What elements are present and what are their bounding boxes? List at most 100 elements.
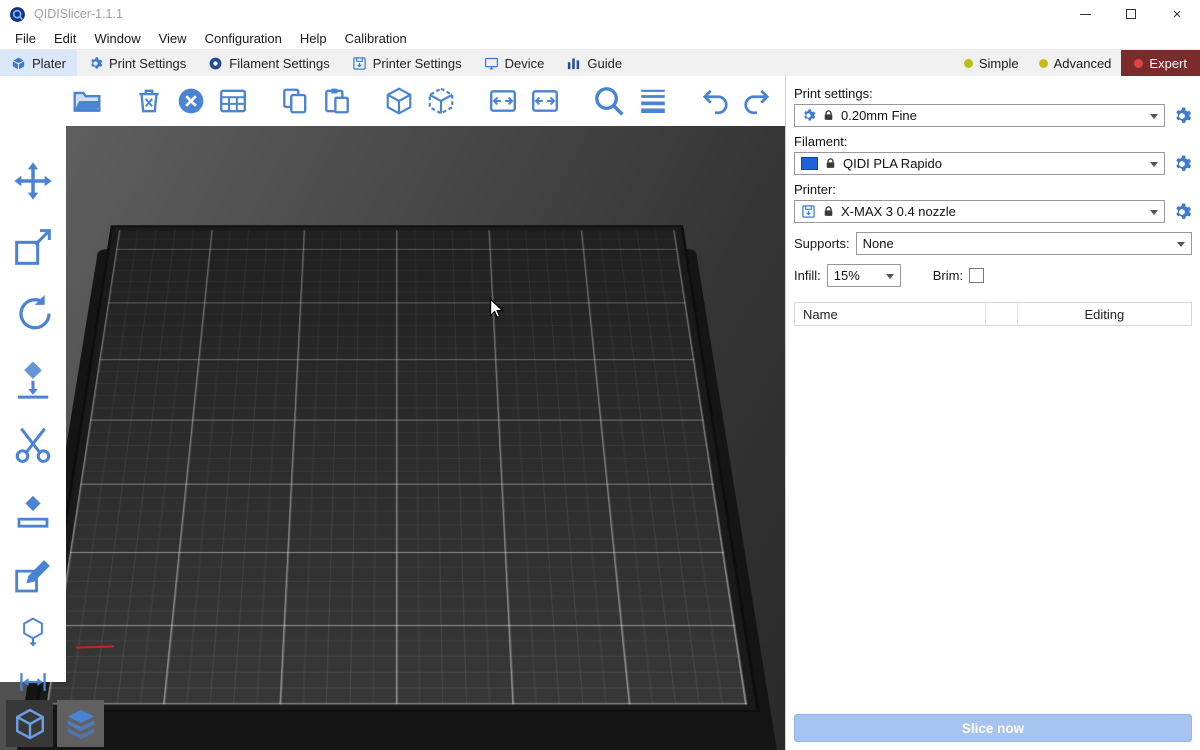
search-button[interactable] [592,84,626,118]
paste-button[interactable] [322,86,352,116]
chevron-down-icon [1150,162,1158,171]
scale-icon [12,226,54,268]
chevron-down-icon [1150,210,1158,219]
chevron-down-icon [886,274,894,283]
object-list[interactable] [794,326,1192,714]
redo-arrow-icon [742,86,772,116]
menu-window[interactable]: Window [85,31,149,46]
tabbar: Plater Print Settings Filament Settings … [0,49,1200,76]
menubar: File Edit Window View Configuration Help… [0,28,1200,49]
split-objects-button[interactable] [488,86,518,116]
viewport-3d[interactable] [0,76,785,750]
tab-filament-settings-label: Filament Settings [229,56,329,71]
simple-dot-icon [964,59,973,68]
infill-label: Infill: [794,268,821,283]
x-circle-icon [176,86,206,116]
arrange-button[interactable] [218,86,248,116]
menu-configuration[interactable]: Configuration [196,31,291,46]
variable-layer-height-button[interactable] [638,86,668,116]
split-objects-icon [488,86,518,116]
tab-device[interactable]: Device [473,50,556,76]
text-pencil-icon [12,556,54,598]
cut-tool-button[interactable] [12,424,54,466]
sequence-tool-button[interactable] [17,666,49,698]
tab-printer-settings-label: Printer Settings [373,56,462,71]
split-parts-button[interactable] [530,86,560,116]
layers-icon [638,86,668,116]
chevron-down-icon [1150,114,1158,123]
filament-color-swatch [801,157,818,170]
open-project-button[interactable] [72,86,102,116]
tab-filament-settings[interactable]: Filament Settings [197,50,340,76]
sink-tool-button[interactable] [17,616,49,648]
print-settings-label: Print settings: [794,86,1192,101]
menu-help[interactable]: Help [291,31,336,46]
menu-view[interactable]: View [150,31,196,46]
preview-view-button[interactable] [57,700,104,747]
edit-print-settings-button[interactable] [1172,106,1192,126]
minimize-button[interactable] [1062,0,1108,28]
tab-plater[interactable]: Plater [0,50,77,76]
seam-icon [12,490,54,532]
text-emboss-tool-button[interactable] [12,556,54,598]
cube-down-arrow-icon [17,616,49,648]
cube-dashed-icon [426,86,456,116]
tab-guide[interactable]: Guide [555,50,633,76]
column-editing[interactable]: Editing [1017,303,1191,325]
menu-file[interactable]: File [6,31,45,46]
grid-table-icon [218,86,248,116]
tab-plater-label: Plater [32,56,66,71]
window-title: QIDISlicer-1.1.1 [34,7,123,21]
search-icon [592,84,626,118]
mode-expert-label: Expert [1149,56,1187,71]
expert-dot-icon [1134,59,1143,68]
plater-toolbar [0,76,785,126]
set-instances-button[interactable] [426,86,456,116]
copy-button[interactable] [280,86,310,116]
gear-icon [1172,154,1192,174]
maximize-button[interactable] [1108,0,1154,28]
column-extruder[interactable] [985,303,1017,325]
place-on-face-tool-button[interactable] [12,358,54,400]
undo-button[interactable] [700,86,730,116]
mode-expert[interactable]: Expert [1121,50,1200,76]
supports-label: Supports: [794,236,850,251]
printer-select[interactable]: X-MAX 3 0.4 nozzle [794,200,1165,223]
close-button[interactable]: × [1154,0,1200,28]
infill-select[interactable]: 15% [827,264,901,287]
redo-button[interactable] [742,86,772,116]
edit-filament-button[interactable] [1172,154,1192,174]
delete-button[interactable] [134,86,164,116]
scale-tool-button[interactable] [12,226,54,268]
rotate-tool-button[interactable] [12,292,54,334]
lock-icon [822,109,835,122]
filament-select[interactable]: QIDI PLA Rapido [794,152,1165,175]
editor-cube-icon [13,707,47,741]
minimize-icon [1080,14,1091,15]
brim-checkbox[interactable] [969,268,984,283]
delete-all-button[interactable] [176,86,206,116]
editor-view-button[interactable] [6,700,53,747]
tab-printer-settings[interactable]: Printer Settings [341,50,473,76]
gear-icon [1172,106,1192,126]
print-settings-select[interactable]: 0.20mm Fine [794,104,1165,127]
edit-printer-button[interactable] [1172,202,1192,222]
menu-edit[interactable]: Edit [45,31,85,46]
menu-calibration[interactable]: Calibration [336,31,416,46]
slice-now-button[interactable]: Slice now [794,714,1192,742]
move-arrows-icon [12,160,54,202]
app-logo-icon [9,6,26,23]
column-name[interactable]: Name [795,307,985,322]
tab-print-settings[interactable]: Print Settings [77,50,197,76]
print-bed [47,230,748,704]
trash-icon [134,86,164,116]
gear-icon [801,108,816,123]
move-tool-button[interactable] [12,160,54,202]
app-window: QIDISlicer-1.1.1 × File Edit Window View… [0,0,1200,750]
mode-advanced[interactable]: Advanced [1029,50,1122,76]
supports-select[interactable]: None [856,232,1192,255]
seam-paint-tool-button[interactable] [12,490,54,532]
mode-simple[interactable]: Simple [954,50,1029,76]
add-instance-button[interactable] [384,86,414,116]
tab-guide-label: Guide [587,56,622,71]
